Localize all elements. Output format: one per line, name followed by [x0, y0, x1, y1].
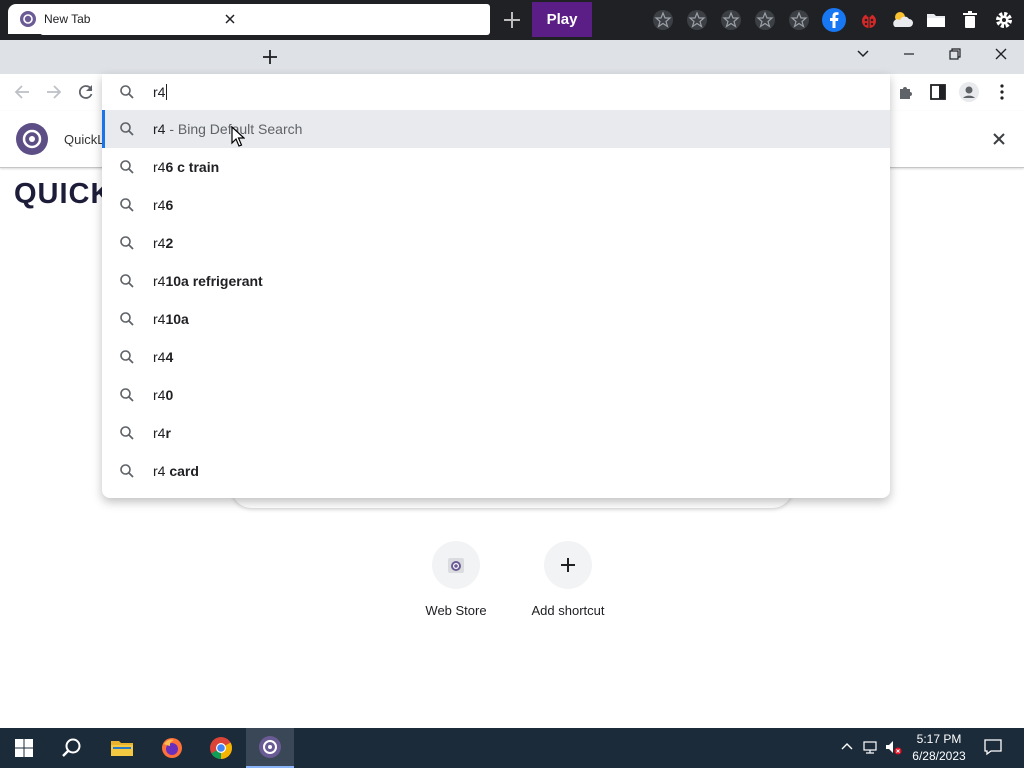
shortcut-web-store[interactable]: Web Store: [400, 541, 512, 631]
address-bar-text: r4: [153, 84, 166, 100]
tray-chevron-up-icon[interactable]: [838, 738, 856, 756]
shortcut-tile: [544, 541, 592, 589]
suggestion-text: r46: [153, 197, 174, 213]
tab-search-chevron-icon[interactable]: [851, 44, 875, 64]
notification-icon[interactable]: [983, 737, 1003, 757]
restore-icon[interactable]: [943, 44, 967, 64]
infobar-label: QuickL: [64, 132, 105, 147]
search-icon: [120, 85, 134, 99]
volume-muted-icon[interactable]: [884, 738, 902, 756]
mouse-cursor-icon: [231, 126, 245, 147]
address-bar-input[interactable]: r4: [102, 74, 890, 110]
gear-icon[interactable]: [991, 7, 1017, 33]
web-store-icon: [448, 558, 464, 573]
plus-icon[interactable]: [500, 8, 524, 32]
shortcut-label: Web Store: [425, 603, 487, 618]
suggestion-item[interactable]: r410a refrigerant: [102, 262, 890, 300]
taskbar-chrome[interactable]: [197, 728, 245, 768]
side-panel-icon[interactable]: [928, 82, 948, 102]
suggestion-item[interactable]: r46 c train: [102, 148, 890, 186]
taskbar-firefox[interactable]: [148, 728, 196, 768]
network-icon[interactable]: [862, 738, 880, 756]
quicklink-browser-icon: [259, 736, 281, 758]
clock-time: 5:17 PM: [916, 732, 962, 746]
search-icon: [120, 160, 134, 174]
quicklink-logo-icon: [16, 123, 48, 155]
search-icon: [120, 350, 134, 364]
quicklink-favicon-icon: [20, 11, 36, 27]
star-icon[interactable]: [686, 9, 708, 31]
search-icon: [120, 274, 134, 288]
add-plus-icon: [561, 558, 575, 572]
shortcut-tile: [432, 541, 480, 589]
omnibox-dropdown: r4 r4 - Bing Default Search r46 c train …: [102, 74, 890, 498]
star-icon[interactable]: [652, 9, 674, 31]
windows-logo-icon: [15, 739, 33, 757]
play-button[interactable]: Play: [532, 2, 592, 37]
firefox-icon: [162, 738, 182, 758]
text-caret: [166, 84, 168, 100]
taskbar-clock[interactable]: 5:17 PM 6/28/2023: [908, 731, 970, 765]
suggestion-text: r4r: [153, 425, 171, 441]
weather-icon[interactable]: [889, 7, 915, 33]
taskbar-file-explorer[interactable]: [98, 728, 146, 768]
suggestion-text: r46 c train: [153, 159, 220, 175]
profile-avatar-icon[interactable]: [959, 82, 979, 102]
extensions-puzzle-icon[interactable]: [896, 82, 916, 102]
trash-icon[interactable]: [957, 7, 983, 33]
facebook-icon[interactable]: [821, 7, 847, 33]
forward-arrow-icon[interactable]: [44, 82, 64, 102]
search-icon: [120, 388, 134, 402]
suggestion-text: r4 - Bing Default Search: [153, 121, 303, 137]
star-icon[interactable]: [754, 9, 776, 31]
search-icon: [120, 312, 134, 326]
suggestion-text: r410a refrigerant: [153, 273, 263, 289]
shortcut-add[interactable]: Add shortcut: [512, 541, 624, 631]
tab-new-tab[interactable]: New Tab: [8, 4, 246, 34]
new-tab-plus-icon[interactable]: [260, 47, 280, 67]
suggestion-text: r4 card: [153, 463, 199, 479]
back-arrow-icon[interactable]: [12, 82, 32, 102]
suggestion-text: r44: [153, 349, 174, 365]
suggestion-item[interactable]: r410a: [102, 300, 890, 338]
file-explorer-icon: [111, 741, 133, 756]
search-icon: [120, 236, 134, 250]
search-icon: [120, 426, 134, 440]
search-icon: [120, 122, 134, 136]
search-icon: [120, 464, 134, 478]
close-window-icon[interactable]: [989, 44, 1013, 64]
star-icon[interactable]: [788, 9, 810, 31]
reload-icon[interactable]: [76, 82, 96, 102]
ladybug-icon[interactable]: [856, 7, 882, 33]
more-menu-icon[interactable]: [992, 82, 1012, 102]
suggestion-item[interactable]: r4 card: [102, 452, 890, 490]
search-icon: [120, 198, 134, 212]
chrome-icon: [210, 737, 232, 759]
search-icon: [62, 738, 81, 757]
suggestion-item[interactable]: r40: [102, 376, 890, 414]
clock-date: 6/28/2023: [912, 749, 966, 763]
minimize-icon[interactable]: [897, 44, 921, 64]
tab-title: New Tab: [44, 12, 91, 26]
shortcut-label: Add shortcut: [531, 603, 605, 618]
suggestion-text: r42: [153, 235, 174, 251]
taskbar-quicklink-browser[interactable]: [246, 728, 294, 768]
suggestion-item[interactable]: r46: [102, 186, 890, 224]
suggestion-item[interactable]: r44: [102, 338, 890, 376]
quicklink-brand-logo: QUICK: [14, 178, 113, 210]
close-tab-icon[interactable]: [222, 11, 238, 27]
star-icon[interactable]: [720, 9, 742, 31]
start-button[interactable]: [0, 728, 48, 768]
folder-icon[interactable]: [923, 7, 949, 33]
suggestion-text: r40: [153, 387, 174, 403]
suggestion-text: r410a: [153, 311, 189, 327]
suggestion-item[interactable]: r42: [102, 224, 890, 262]
suggestion-item[interactable]: r4r: [102, 414, 890, 452]
close-infobar-icon[interactable]: [990, 130, 1008, 148]
taskbar-search[interactable]: [48, 728, 96, 768]
selection-indicator: [102, 110, 105, 148]
suggestion-item[interactable]: r4 - Bing Default Search: [102, 110, 890, 148]
